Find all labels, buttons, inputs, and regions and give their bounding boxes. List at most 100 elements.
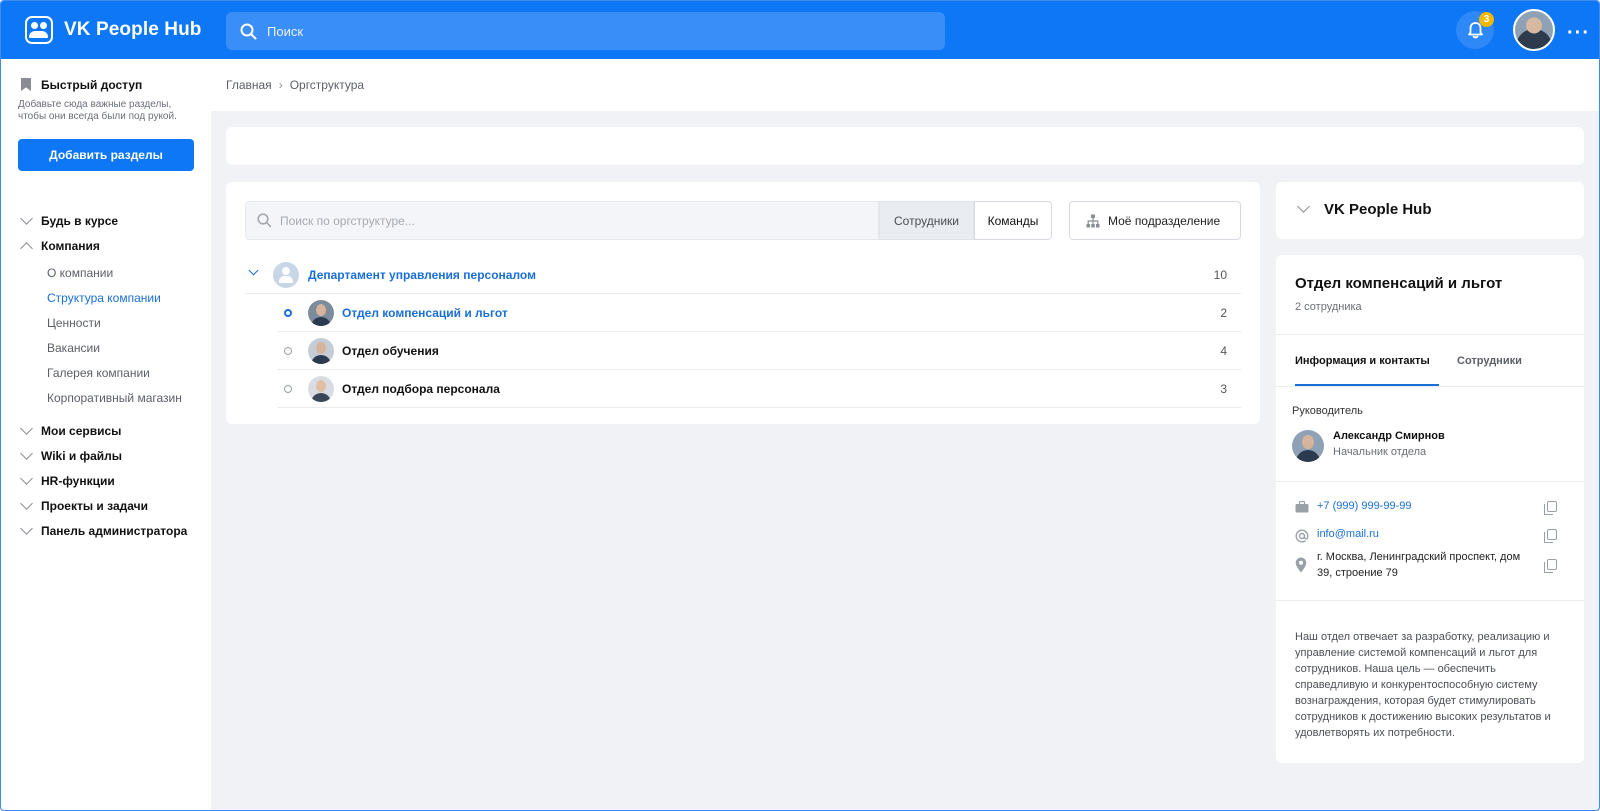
- breadcrumb: Главная › Оргструктура: [211, 59, 1599, 111]
- manager-label: Руководитель: [1292, 405, 1363, 417]
- department-title: Отдел компенсаций и льгот: [1295, 275, 1503, 292]
- at-sign-icon: [1295, 529, 1309, 543]
- subdepartment-name[interactable]: Отдел компенсаций и льгот: [342, 306, 508, 320]
- circle-icon: [284, 385, 292, 393]
- subdepartment-name[interactable]: Отдел обучения: [342, 344, 439, 358]
- sidebar-item-label: Компания: [41, 239, 100, 253]
- my-department-label: Моё подразделение: [1108, 213, 1221, 228]
- address-text: г. Москва, Ленинградский проспект, дом 3…: [1317, 551, 1521, 579]
- segment-teams[interactable]: Команды: [974, 201, 1052, 240]
- sidebar-item-label: HR-функции: [41, 474, 115, 488]
- sidebar-item-projects[interactable]: Проекты и задачи: [1, 495, 211, 517]
- subdepartment-count: 3: [1220, 382, 1227, 396]
- subdepartment-name[interactable]: Отдел подбора персонала: [342, 382, 500, 396]
- sidebar-subitem-structure[interactable]: Структура компании: [47, 291, 161, 305]
- sidebar-item-label: Проекты и задачи: [41, 499, 148, 513]
- top-bar: VK People Hub 3 ···: [1, 1, 1599, 59]
- department-name[interactable]: Департамент управления персоналом: [308, 268, 536, 282]
- location-pin-icon: [1295, 557, 1307, 573]
- divider: [1276, 386, 1584, 387]
- divider: [1276, 600, 1584, 601]
- global-search[interactable]: [226, 12, 945, 50]
- sidebar-item-wiki[interactable]: Wiki и файлы: [1, 445, 211, 467]
- email-link[interactable]: info@mail.ru: [1317, 528, 1379, 540]
- org-search[interactable]: [245, 201, 879, 240]
- avatar: [308, 338, 334, 364]
- organization-header[interactable]: VK People Hub: [1276, 182, 1584, 239]
- sidebar-item-label: Панель администратора: [41, 524, 188, 538]
- sidebar-subitem-store[interactable]: Корпоративный магазин: [47, 391, 182, 405]
- sidebar-subitem-gallery[interactable]: Галерея компании: [47, 366, 150, 380]
- manager-role: Начальник отдела: [1333, 446, 1427, 458]
- sidebar-item-company[interactable]: Компания: [1, 235, 211, 257]
- circle-icon: [284, 309, 292, 317]
- add-sections-button[interactable]: Добавить разделы: [18, 139, 194, 171]
- global-search-input[interactable]: [267, 23, 867, 39]
- subdepartment-count: 2: [1220, 306, 1227, 320]
- avatar[interactable]: [1292, 430, 1324, 462]
- breadcrumb-home[interactable]: Главная: [226, 78, 272, 92]
- quick-access-title: Быстрый доступ: [41, 78, 143, 92]
- sidebar-subitem-vacancies[interactable]: Вакансии: [47, 341, 100, 355]
- chevron-right-icon: ›: [278, 78, 283, 92]
- chevron-down-icon: [20, 447, 33, 460]
- avatar: [308, 376, 334, 402]
- avatar: [308, 300, 334, 326]
- department-details-card: Отдел компенсаций и льгот 2 сотрудника И…: [1276, 255, 1584, 763]
- bookmark-icon: [21, 78, 31, 91]
- department-description: Наш отдел отвечает за разработку, реализ…: [1295, 631, 1551, 739]
- divider: [1276, 481, 1584, 482]
- subdepartment-row[interactable]: Отдел компенсаций и льгот 2: [278, 294, 1241, 332]
- copy-icon[interactable]: [1544, 559, 1557, 573]
- copy-icon[interactable]: [1544, 501, 1557, 515]
- app-title: VK People Hub: [64, 19, 202, 40]
- subdepartment-row[interactable]: Отдел обучения 4: [278, 332, 1241, 370]
- sidebar-item-label: Wiki и файлы: [41, 449, 123, 463]
- divider: [1276, 334, 1584, 335]
- chevron-down-icon: [20, 212, 33, 225]
- chevron-down-icon: [20, 497, 33, 510]
- people-hub-logo-icon: [25, 16, 53, 44]
- sidebar-item-label: Мои сервисы: [41, 424, 122, 438]
- sidebar-item-admin[interactable]: Панель администратора: [1, 520, 211, 542]
- notifications-badge: 3: [1479, 12, 1494, 27]
- chevron-down-icon: [20, 472, 33, 485]
- org-search-input[interactable]: [280, 213, 840, 228]
- chevron-up-icon: [20, 242, 33, 255]
- briefcase-icon: [1295, 501, 1309, 513]
- sidebar-subitem-about[interactable]: О компании: [47, 266, 113, 280]
- sidebar-item-hr[interactable]: HR-функции: [1, 470, 211, 492]
- sidebar-subitem-values[interactable]: Ценности: [47, 316, 101, 330]
- subdepartment-count: 4: [1220, 344, 1227, 358]
- search-icon: [257, 213, 272, 228]
- breadcrumb-current: Оргструктура: [289, 78, 365, 92]
- user-avatar[interactable]: [1513, 9, 1555, 51]
- phone-link[interactable]: +7 (999) 999-99-99: [1317, 500, 1411, 512]
- tab-info-contacts[interactable]: Информация и контакты: [1295, 355, 1430, 367]
- chevron-down-icon[interactable]: [1297, 200, 1310, 213]
- sidebar: Быстрый доступ Добавьте сюда важные разд…: [1, 59, 211, 810]
- org-structure-card: Сотрудники Команды Моё подразделение Деп…: [226, 182, 1260, 424]
- circle-icon: [284, 347, 292, 355]
- search-icon: [240, 23, 257, 39]
- sidebar-item-my-services[interactable]: Мои сервисы: [1, 420, 211, 442]
- my-department-button[interactable]: Моё подразделение: [1069, 201, 1241, 240]
- chevron-down-icon: [20, 422, 33, 435]
- employee-count: 2 сотрудника: [1295, 301, 1362, 313]
- chevron-down-icon[interactable]: [248, 265, 259, 276]
- app-logo[interactable]: VK People Hub: [25, 16, 201, 44]
- department-count: 10: [1213, 268, 1227, 282]
- subdepartment-row[interactable]: Отдел подбора персонала 3: [278, 370, 1241, 408]
- chevron-down-icon: [20, 522, 33, 535]
- department-row[interactable]: Департамент управления персоналом 10: [245, 256, 1241, 294]
- hierarchy-icon: [1086, 214, 1100, 227]
- toolbar-card: [226, 127, 1584, 165]
- segment-employees[interactable]: Сотрудники: [879, 201, 974, 240]
- sidebar-item-stay-informed[interactable]: Будь в курсе: [1, 210, 211, 232]
- more-menu-icon[interactable]: ···: [1567, 22, 1590, 45]
- department-avatar-icon: [273, 262, 299, 288]
- tab-employees[interactable]: Сотрудники: [1457, 355, 1522, 367]
- sidebar-item-label: Будь в курсе: [41, 214, 119, 228]
- manager-name[interactable]: Александр Смирнов: [1333, 430, 1445, 442]
- copy-icon[interactable]: [1544, 529, 1557, 543]
